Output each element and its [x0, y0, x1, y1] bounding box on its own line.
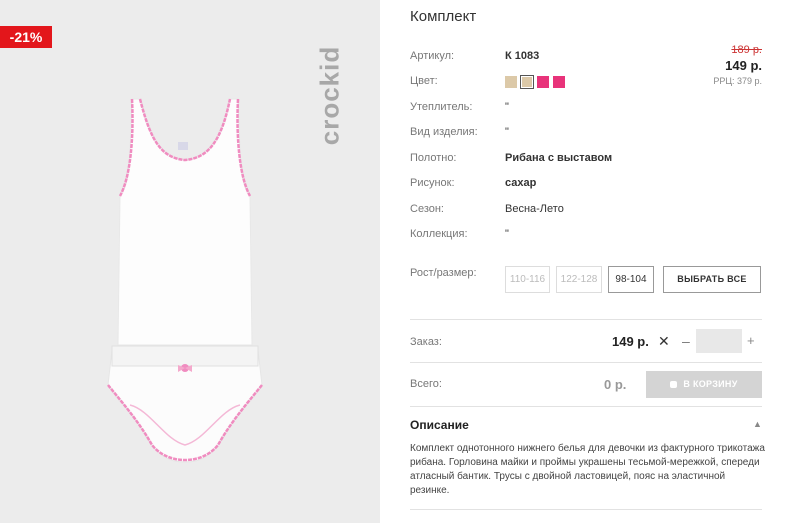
product-page: -21% crockid Комплект Артикул: К 1083 Цв… — [0, 0, 800, 523]
discount-badge: -21% — [0, 26, 52, 48]
product-title: Комплект — [410, 8, 477, 25]
decrement-button[interactable]: – — [682, 333, 690, 349]
times-icon: ✕ — [658, 333, 670, 349]
current-price: 149 р. — [725, 58, 762, 73]
spec-label-insulation: Утеплитель: — [410, 101, 473, 113]
quantity-input[interactable] — [696, 329, 742, 353]
divider — [410, 319, 762, 320]
spec-label-collection: Коллекция: — [410, 228, 468, 240]
color-swatch[interactable] — [553, 76, 565, 88]
spec-label-pattern: Рисунок: — [410, 177, 455, 189]
color-swatch[interactable] — [537, 76, 549, 88]
spec-label-season: Сезон: — [410, 203, 444, 215]
spec-value-season: Весна-Лето — [505, 203, 564, 215]
select-all-button[interactable]: ВЫБРАТЬ ВСЕ — [663, 266, 761, 293]
spec-value-article: К 1083 — [505, 50, 540, 62]
spec-value-pattern: сахар — [505, 177, 537, 189]
order-label: Заказ: — [410, 336, 442, 348]
description-title[interactable]: Описание — [410, 418, 469, 432]
size-option-110-116[interactable]: 110-116 — [505, 266, 550, 293]
color-swatch[interactable] — [505, 76, 517, 88]
rrc-price: РРЦ: 379 р. — [713, 76, 762, 86]
size-label: Рост/размер: — [410, 267, 477, 279]
description-text: Комплект однотонного нижнего белья для д… — [410, 443, 765, 496]
cart-icon — [670, 381, 678, 389]
caret-up-icon[interactable]: ▲ — [753, 419, 762, 429]
size-option-98-104[interactable]: 98-104 — [608, 266, 654, 293]
old-price: 189 р. — [731, 44, 762, 56]
spec-label-fabric: Полотно: — [410, 152, 457, 164]
size-options: 110-116 122-128 98-104 — [505, 266, 654, 293]
color-swatches — [505, 75, 565, 89]
brand-watermark-text: crockid — [314, 45, 345, 146]
spec-label-color: Цвет: — [410, 75, 438, 87]
order-price: 149 р. — [612, 334, 649, 349]
total-label: Всего: — [410, 378, 442, 390]
divider — [410, 509, 762, 510]
increment-button[interactable]: + — [747, 333, 755, 348]
spec-value-insulation: " — [505, 101, 509, 113]
add-to-cart-label: В КОРЗИНУ — [683, 379, 738, 389]
divider — [410, 406, 762, 407]
brand-watermark: crockid — [314, 22, 380, 162]
spec-value-fabric: Рибана с выставом — [505, 152, 613, 164]
spec-value-type: " — [505, 126, 509, 138]
total-value: 0 р. — [604, 377, 627, 392]
divider — [410, 362, 762, 363]
color-swatch-selected[interactable] — [520, 75, 534, 89]
product-image-panel[interactable]: -21% crockid — [0, 0, 380, 523]
spec-label-type: Вид изделия: — [410, 126, 478, 138]
spec-label-article: Артикул: — [410, 50, 455, 62]
size-option-122-128[interactable]: 122-128 — [556, 266, 602, 293]
add-to-cart-button[interactable]: В КОРЗИНУ — [646, 371, 762, 398]
spec-value-collection: " — [505, 228, 509, 240]
